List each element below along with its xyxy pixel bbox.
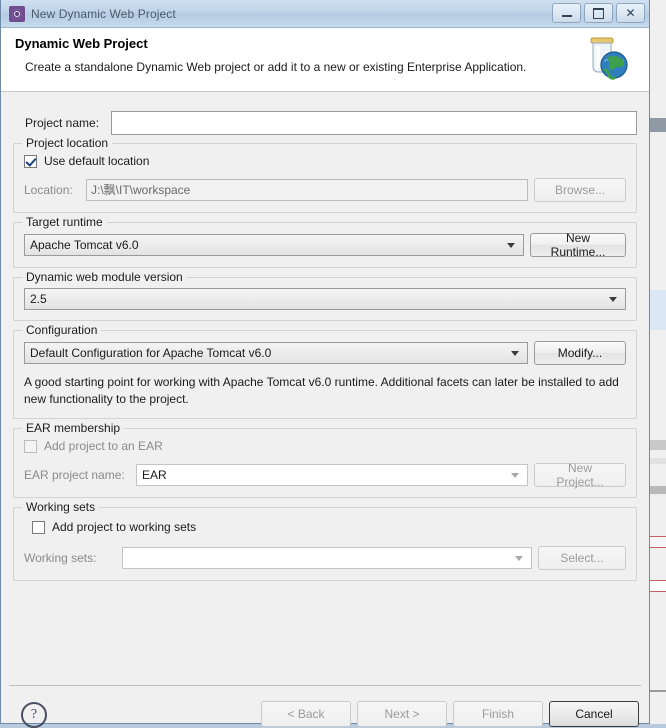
- new-ear-project-button: New Project...: [534, 463, 626, 487]
- working-sets-label: Working sets:: [24, 551, 116, 565]
- dialog-footer: ? < Back Next > Finish Cancel: [1, 686, 649, 723]
- cancel-button[interactable]: Cancel: [549, 701, 639, 727]
- add-project-to-ear-label: Add project to an EAR: [44, 439, 163, 453]
- module-version-combo[interactable]: 2.5: [24, 288, 626, 310]
- project-location-legend: Project location: [22, 136, 112, 150]
- location-label: Location:: [24, 183, 80, 197]
- background-window-edge: [648, 0, 666, 724]
- location-row: Location: J:\飘\IT\workspace Browse...: [24, 178, 626, 202]
- target-runtime-group: Target runtime Apache Tomcat v6.0 New Ru…: [13, 222, 637, 268]
- background-strip: [649, 118, 666, 132]
- configuration-value: Default Configuration for Apache Tomcat …: [30, 343, 271, 363]
- new-runtime-button[interactable]: New Runtime...: [530, 233, 626, 257]
- back-button: < Back: [261, 701, 351, 727]
- web-project-jar-globe-icon: [579, 32, 635, 88]
- finish-button: Finish: [453, 701, 543, 727]
- target-runtime-row: Apache Tomcat v6.0 New Runtime...: [24, 233, 626, 257]
- use-default-location-checkbox[interactable]: [24, 155, 37, 168]
- ear-project-name-combo: EAR: [136, 464, 528, 486]
- configuration-description: A good starting point for working with A…: [24, 374, 626, 408]
- background-strip: [649, 690, 666, 692]
- minimize-icon: [562, 15, 572, 17]
- chevron-down-icon: [511, 351, 519, 356]
- location-field: J:\飘\IT\workspace: [86, 179, 528, 201]
- chevron-down-icon: [515, 556, 523, 561]
- maximize-button[interactable]: [584, 3, 613, 23]
- background-strip: [649, 440, 666, 450]
- use-default-location-label: Use default location: [44, 154, 149, 168]
- minimize-button[interactable]: [552, 3, 581, 23]
- module-version-value: 2.5: [30, 289, 47, 309]
- add-project-to-working-sets-checkbox[interactable]: [32, 521, 45, 534]
- add-project-to-ear-checkbox: [24, 440, 37, 453]
- module-version-legend: Dynamic web module version: [22, 270, 187, 284]
- configuration-combo[interactable]: Default Configuration for Apache Tomcat …: [24, 342, 528, 364]
- configuration-legend: Configuration: [22, 323, 101, 337]
- target-runtime-legend: Target runtime: [22, 215, 107, 229]
- select-working-sets-button: Select...: [538, 546, 626, 570]
- project-name-input[interactable]: [111, 111, 637, 135]
- use-default-location-row[interactable]: Use default location: [24, 154, 626, 168]
- module-version-group: Dynamic web module version 2.5: [13, 277, 637, 321]
- project-location-group: Project location Use default location Lo…: [13, 143, 637, 213]
- browse-button: Browse...: [534, 178, 626, 202]
- ear-membership-group: EAR membership Add project to an EAR EAR…: [13, 428, 637, 498]
- background-strip: [649, 458, 666, 464]
- ear-project-name-value: EAR: [142, 465, 167, 485]
- close-button[interactable]: ✕: [616, 3, 645, 23]
- chevron-down-icon: [609, 297, 617, 302]
- wizard-buttons: < Back Next > Finish Cancel: [261, 701, 639, 727]
- page-title: Dynamic Web Project: [15, 36, 649, 51]
- maximize-icon: [593, 8, 604, 19]
- ear-membership-legend: EAR membership: [22, 421, 124, 435]
- add-project-to-ear-row[interactable]: Add project to an EAR: [24, 439, 626, 453]
- ear-project-name-label: EAR project name:: [24, 468, 130, 482]
- window-controls: ✕: [552, 3, 645, 23]
- working-sets-group: Working sets Add project to working sets…: [13, 507, 637, 581]
- configuration-row: Default Configuration for Apache Tomcat …: [24, 341, 626, 365]
- project-name-label: Project name:: [25, 116, 111, 130]
- background-strip: [649, 486, 666, 494]
- add-project-to-working-sets-label: Add project to working sets: [52, 520, 196, 534]
- modify-button[interactable]: Modify...: [534, 341, 626, 365]
- new-dynamic-web-project-dialog: New Dynamic Web Project ✕ Dynamic Web Pr…: [0, 0, 650, 724]
- dialog-body: Project name: Project location Use defau…: [1, 93, 649, 681]
- working-sets-row: Working sets: Select...: [24, 546, 626, 570]
- titlebar: New Dynamic Web Project ✕: [1, 0, 649, 28]
- working-sets-legend: Working sets: [22, 500, 99, 514]
- configuration-group: Configuration Default Configuration for …: [13, 330, 637, 419]
- chevron-down-icon: [511, 473, 519, 478]
- ear-project-name-row: EAR project name: EAR New Project...: [24, 463, 626, 487]
- background-strip: [649, 536, 666, 548]
- eclipse-wizard-icon: [9, 6, 25, 22]
- chevron-down-icon: [507, 243, 515, 248]
- background-strip: [649, 290, 666, 330]
- project-name-row: Project name:: [25, 111, 637, 135]
- background-strip: [649, 580, 666, 592]
- working-sets-combo: [122, 547, 532, 569]
- close-icon: ✕: [625, 7, 635, 19]
- help-icon[interactable]: ?: [21, 702, 47, 728]
- add-project-to-working-sets-row[interactable]: Add project to working sets: [32, 520, 626, 534]
- wizard-banner: Dynamic Web Project Create a standalone …: [1, 28, 649, 92]
- target-runtime-combo[interactable]: Apache Tomcat v6.0: [24, 234, 524, 256]
- next-button: Next >: [357, 701, 447, 727]
- target-runtime-value: Apache Tomcat v6.0: [30, 235, 139, 255]
- window-title: New Dynamic Web Project: [31, 7, 176, 21]
- page-description: Create a standalone Dynamic Web project …: [25, 60, 649, 74]
